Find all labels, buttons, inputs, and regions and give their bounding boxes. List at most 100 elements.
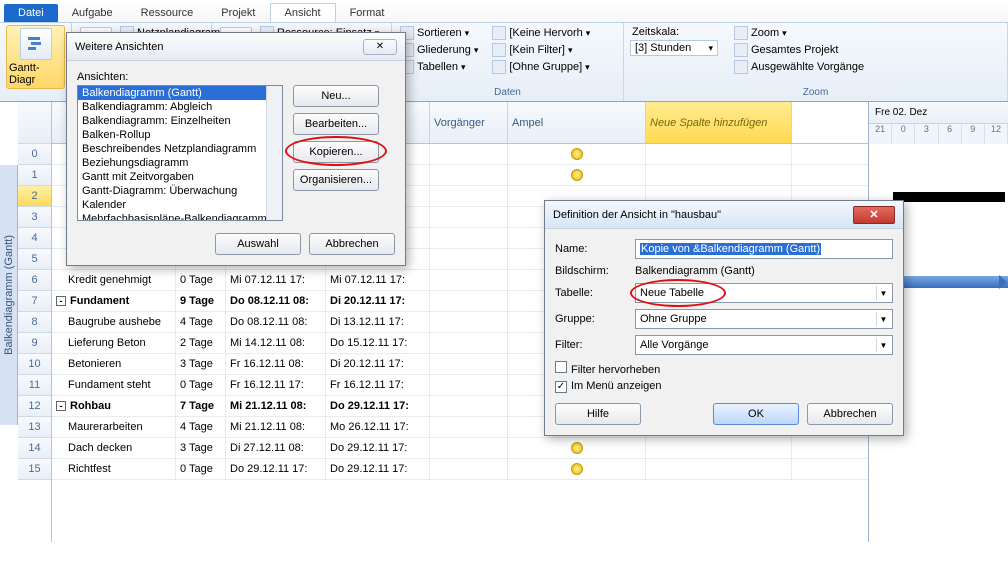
view-definition-title: Definition der Ansicht in "hausbau" — [553, 209, 721, 221]
row-header[interactable]: 0 — [18, 144, 51, 165]
chevron-down-icon: ▼ — [876, 312, 890, 326]
name-label: Name: — [555, 243, 627, 255]
table-row[interactable]: Dach decken3 TageDi 27.12.11 08:Do 29.12… — [52, 438, 868, 459]
timescale-combo[interactable]: [3] Stunden▾ — [630, 40, 718, 56]
list-item[interactable]: Kalender — [78, 198, 282, 212]
filter-label: Filter: — [555, 339, 627, 351]
screen-value: Balkendiagramm (Gantt) — [635, 265, 755, 277]
gantt-task-bar[interactable] — [893, 276, 1008, 288]
show-in-menu-checkbox[interactable]: ✓ — [555, 381, 567, 393]
views-label: Ansichten: — [77, 71, 395, 83]
tables-menu[interactable]: Tabellen▾ — [398, 59, 480, 75]
row-header[interactable]: 8 — [18, 312, 51, 333]
row-header[interactable]: 15 — [18, 459, 51, 480]
filter-icon — [492, 43, 506, 57]
table-row[interactable]: Richtfest0 TageDo 29.12.11 17:Do 29.12.1… — [52, 459, 868, 480]
tab-task[interactable]: Aufgabe — [58, 4, 127, 22]
tab-project[interactable]: Projekt — [207, 4, 269, 22]
row-header[interactable]: 11 — [18, 375, 51, 396]
list-item[interactable]: Mehrfachbasispläne-Balkendiagramm — [78, 212, 282, 221]
scrollbar[interactable] — [266, 86, 282, 220]
tab-file[interactable]: Datei — [4, 4, 58, 22]
gantt-diagram-button[interactable]: Gantt-Diagr — [6, 25, 65, 89]
row-header[interactable]: 14 — [18, 438, 51, 459]
selected-tasks-icon — [734, 60, 748, 74]
select-button[interactable]: Auswahl — [215, 233, 301, 255]
close-button[interactable]: ✕ — [363, 39, 397, 55]
row-header[interactable]: 6 — [18, 270, 51, 291]
filter-combo[interactable]: Alle Vorgänge▼ — [635, 335, 893, 355]
more-views-dialog: Weitere Ansichten ✕ Ansichten: Balkendia… — [66, 32, 406, 266]
outline-menu[interactable]: Gliederung▾ — [398, 42, 480, 58]
cancel-button[interactable]: Abbrechen — [309, 233, 395, 255]
show-in-menu-label: Im Menü anzeigen — [571, 380, 662, 392]
gantt-timescale-ticks: 21036912 — [869, 124, 1008, 145]
group-combo[interactable]: [Ohne Gruppe]▾ — [490, 59, 592, 75]
gantt-diagram-label: Gantt-Diagr — [9, 62, 62, 86]
chevron-down-icon: ▼ — [876, 338, 890, 352]
highlight-icon — [492, 26, 506, 40]
row-header[interactable]: 12 — [18, 396, 51, 417]
group-data: Daten — [398, 86, 617, 99]
views-listbox[interactable]: Balkendiagramm (Gantt) Balkendiagramm: A… — [77, 85, 283, 221]
group-zoom: Zoom — [630, 86, 1001, 99]
row-header[interactable]: 13 — [18, 417, 51, 438]
list-item[interactable]: Balken-Rollup — [78, 128, 282, 142]
list-item[interactable]: Balkendiagramm: Einzelheiten — [78, 114, 282, 128]
list-item[interactable]: Gantt mit Zeitvorgaben — [78, 170, 282, 184]
name-input[interactable]: Kopie von &Balkendiagramm (Gantt) — [635, 239, 893, 259]
tab-format[interactable]: Format — [336, 4, 399, 22]
cancel-button[interactable]: Abbrechen — [807, 403, 893, 425]
sort-menu[interactable]: Sortieren▾ — [398, 25, 480, 41]
selected-tasks-btn[interactable]: Ausgewählte Vorgänge — [732, 59, 866, 75]
menu-tabs: Datei Aufgabe Ressource Projekt Ansicht … — [0, 0, 1008, 22]
view-definition-dialog: Definition der Ansicht in "hausbau" ✕ Na… — [544, 200, 904, 436]
annotation-circle — [285, 136, 387, 166]
list-item[interactable]: Beschreibendes Netzplandiagramm — [78, 142, 282, 156]
row-headers: 0123456789101112131415 — [18, 102, 52, 542]
col-add-new[interactable]: Neue Spalte hinzufügen — [646, 102, 792, 143]
col-ampel[interactable]: Ampel — [508, 102, 646, 143]
gantt-summary-bar[interactable] — [893, 192, 1005, 202]
row-header[interactable]: 1 — [18, 165, 51, 186]
group-label: Gruppe: — [555, 313, 627, 325]
list-item[interactable]: Balkendiagramm (Gantt) — [78, 86, 282, 100]
row-header[interactable]: 3 — [18, 207, 51, 228]
list-item[interactable]: Gantt-Diagramm: Überwachung — [78, 184, 282, 198]
row-header[interactable]: 7 — [18, 291, 51, 312]
ampel-icon — [571, 463, 583, 475]
table-combo[interactable]: Neue Tabelle▼ — [635, 283, 893, 303]
gantt-bar-arrow-icon — [999, 275, 1007, 289]
entire-project-icon — [734, 43, 748, 57]
timescale-label: Zeitskala: — [630, 25, 718, 39]
filter-combo[interactable]: [Kein Filter]▾ — [490, 42, 592, 58]
new-button[interactable]: Neu... — [293, 85, 379, 107]
view-side-tab[interactable]: Balkendiagramm (Gantt) — [0, 165, 18, 425]
group-combo[interactable]: Ohne Gruppe▼ — [635, 309, 893, 329]
gantt-timescale-top: Fre 02. Dez — [869, 102, 1008, 124]
help-button[interactable]: Hilfe — [555, 403, 641, 425]
row-header[interactable]: 4 — [18, 228, 51, 249]
close-button[interactable]: ✕ — [853, 206, 895, 224]
list-item[interactable]: Beziehungsdiagramm — [78, 156, 282, 170]
row-header[interactable]: 2 — [18, 186, 51, 207]
group-icon — [492, 60, 506, 74]
chevron-down-icon: ▼ — [876, 286, 890, 300]
organize-button[interactable]: Organisieren... — [293, 169, 379, 191]
ok-button[interactable]: OK — [713, 403, 799, 425]
row-header[interactable]: 10 — [18, 354, 51, 375]
tab-resource[interactable]: Ressource — [127, 4, 208, 22]
row-header[interactable]: 5 — [18, 249, 51, 270]
edit-button[interactable]: Bearbeiten... — [293, 113, 379, 135]
highlight-filter-label: Filter hervorheben — [571, 364, 660, 376]
tab-view[interactable]: Ansicht — [270, 3, 336, 22]
entire-project-btn[interactable]: Gesamtes Projekt — [732, 42, 866, 58]
row-header[interactable]: 9 — [18, 333, 51, 354]
table-label: Tabelle: — [555, 287, 627, 299]
highlight-combo[interactable]: [Keine Hervorh▾ — [490, 25, 592, 41]
highlight-filter-checkbox[interactable] — [555, 361, 567, 373]
col-predecessors[interactable]: Vorgänger — [430, 102, 508, 143]
ampel-icon — [571, 148, 583, 160]
zoom-menu[interactable]: Zoom▾ — [732, 25, 866, 41]
list-item[interactable]: Balkendiagramm: Abgleich — [78, 100, 282, 114]
